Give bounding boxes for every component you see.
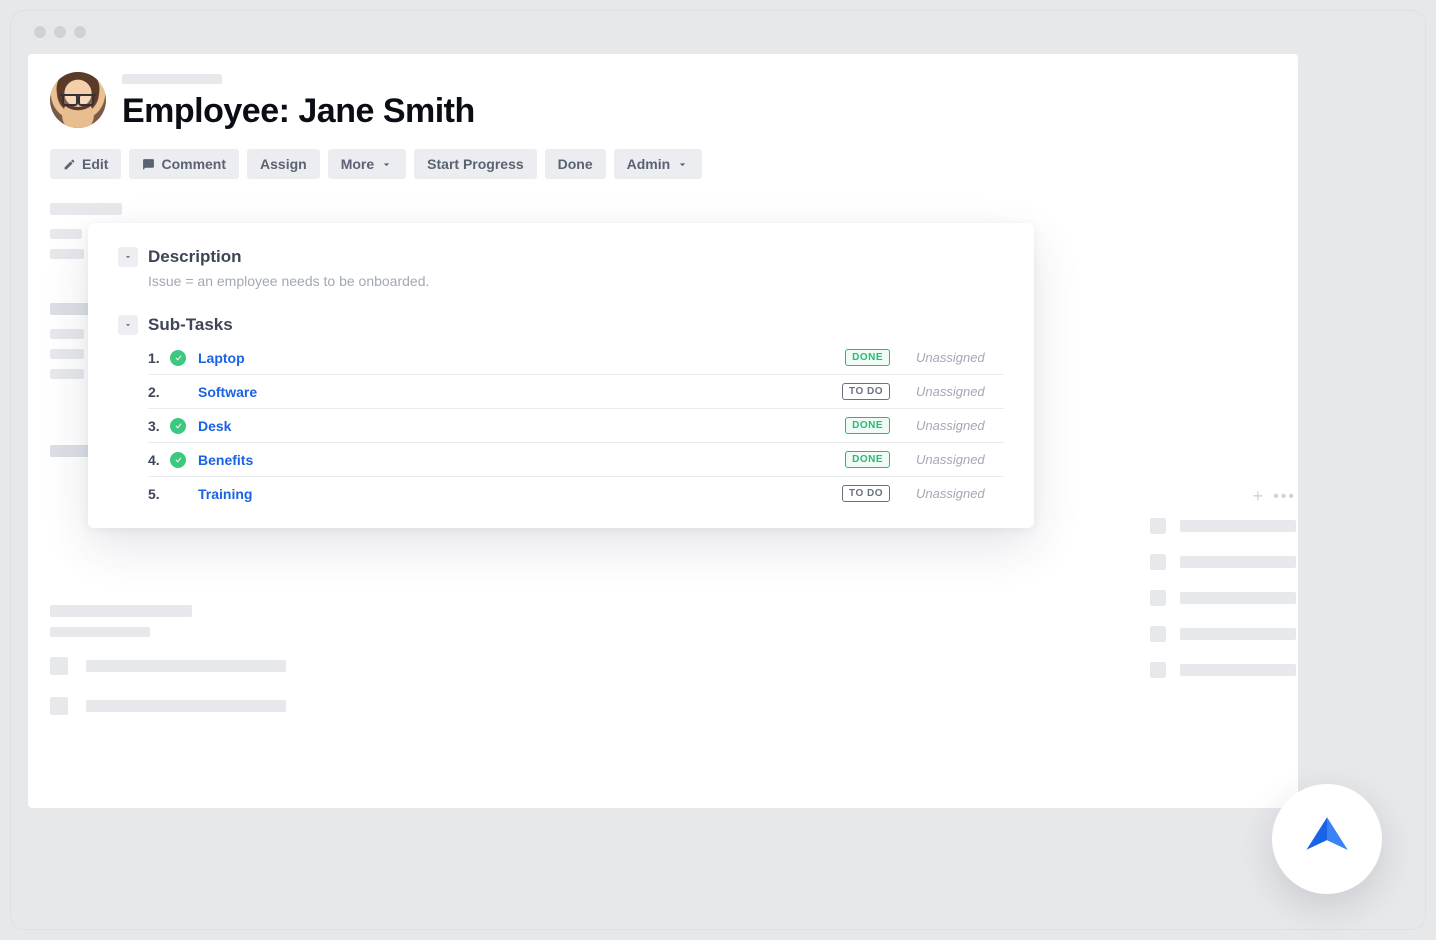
- subtask-list: 1. Laptop DONE Unassigned 2. Software TO DO Una…: [118, 341, 1004, 510]
- subtasks-header: Sub-Tasks: [118, 315, 1004, 335]
- chevron-down-icon: [676, 158, 689, 171]
- subtask-link[interactable]: Desk: [198, 418, 231, 434]
- assign-label: Assign: [260, 156, 307, 172]
- assign-button[interactable]: Assign: [247, 149, 320, 179]
- edit-label: Edit: [82, 156, 108, 172]
- assignee-label: Unassigned: [916, 350, 1004, 365]
- status-badge: DONE: [845, 349, 890, 366]
- paper-plane-icon: [1300, 812, 1354, 866]
- toolbar: Edit Comment Assign More Start Progress …: [28, 131, 1298, 179]
- chevron-down-icon: [380, 158, 393, 171]
- pencil-icon: [63, 158, 76, 171]
- subtask-link[interactable]: Training: [198, 486, 252, 502]
- page-title: Employee: Jane Smith: [122, 92, 475, 131]
- assignee-label: Unassigned: [916, 384, 1004, 399]
- subtask-row[interactable]: 4. Benefits DONE Unassigned: [148, 443, 1004, 477]
- subtask-number: 1.: [148, 350, 162, 366]
- subtask-link[interactable]: Benefits: [198, 452, 253, 468]
- plus-icon[interactable]: +: [1253, 486, 1264, 507]
- breadcrumb: [122, 74, 222, 84]
- browser-frame: Employee: Jane Smith Edit Comment Assign…: [10, 10, 1426, 930]
- subtask-row[interactable]: 5. Training TO DO Unassigned: [148, 477, 1004, 510]
- status-badge: DONE: [845, 451, 890, 468]
- subtask-number: 3.: [148, 418, 162, 434]
- assignee-label: Unassigned: [916, 486, 1004, 501]
- subtask-number: 5.: [148, 486, 162, 502]
- avatar: [50, 72, 106, 128]
- description-text: Issue = an employee needs to be onboarde…: [118, 273, 1004, 289]
- chevron-down-icon: [123, 320, 133, 330]
- more-dots-icon[interactable]: •••: [1273, 488, 1296, 506]
- more-button[interactable]: More: [328, 149, 406, 179]
- start-progress-button[interactable]: Start Progress: [414, 149, 536, 179]
- subtask-row[interactable]: 2. Software TO DO Unassigned: [148, 375, 1004, 409]
- subtask-number: 2.: [148, 384, 162, 400]
- description-header: Description: [118, 247, 1004, 267]
- close-window-icon[interactable]: [34, 26, 46, 38]
- subtasks-title: Sub-Tasks: [148, 315, 233, 335]
- page-header: Employee: Jane Smith: [28, 54, 1298, 131]
- admin-label: Admin: [627, 156, 671, 172]
- content-window: Employee: Jane Smith Edit Comment Assign…: [28, 54, 1298, 808]
- body-area: Description Issue = an employee needs to…: [28, 179, 1298, 203]
- maximize-window-icon[interactable]: [74, 26, 86, 38]
- assignee-label: Unassigned: [916, 452, 1004, 467]
- collapse-subtasks-toggle[interactable]: [118, 315, 138, 335]
- window-controls: [34, 26, 86, 38]
- admin-button[interactable]: Admin: [614, 149, 703, 179]
- subtask-number: 4.: [148, 452, 162, 468]
- collapse-description-toggle[interactable]: [118, 247, 138, 267]
- check-icon: [170, 418, 186, 434]
- subtask-row[interactable]: 1. Laptop DONE Unassigned: [148, 341, 1004, 375]
- done-label: Done: [558, 156, 593, 172]
- launcher-button[interactable]: [1272, 784, 1382, 894]
- right-skeleton: [1150, 518, 1296, 698]
- check-icon: [170, 350, 186, 366]
- details-panel: Description Issue = an employee needs to…: [88, 223, 1034, 528]
- status-badge: DONE: [845, 417, 890, 434]
- subtask-row[interactable]: 3. Desk DONE Unassigned: [148, 409, 1004, 443]
- status-badge: TO DO: [842, 383, 890, 400]
- done-button[interactable]: Done: [545, 149, 606, 179]
- add-row-controls: + •••: [1253, 486, 1296, 507]
- assignee-label: Unassigned: [916, 418, 1004, 433]
- subtask-link[interactable]: Laptop: [198, 350, 245, 366]
- more-label: More: [341, 156, 374, 172]
- description-title: Description: [148, 247, 242, 267]
- status-badge: TO DO: [842, 485, 890, 502]
- subtask-link[interactable]: Software: [198, 384, 257, 400]
- edit-button[interactable]: Edit: [50, 149, 121, 179]
- comment-icon: [142, 158, 155, 171]
- lower-skeleton: [50, 605, 286, 737]
- comment-label: Comment: [161, 156, 226, 172]
- start-progress-label: Start Progress: [427, 156, 523, 172]
- minimize-window-icon[interactable]: [54, 26, 66, 38]
- check-icon: [170, 452, 186, 468]
- comment-button[interactable]: Comment: [129, 149, 239, 179]
- chevron-down-icon: [123, 252, 133, 262]
